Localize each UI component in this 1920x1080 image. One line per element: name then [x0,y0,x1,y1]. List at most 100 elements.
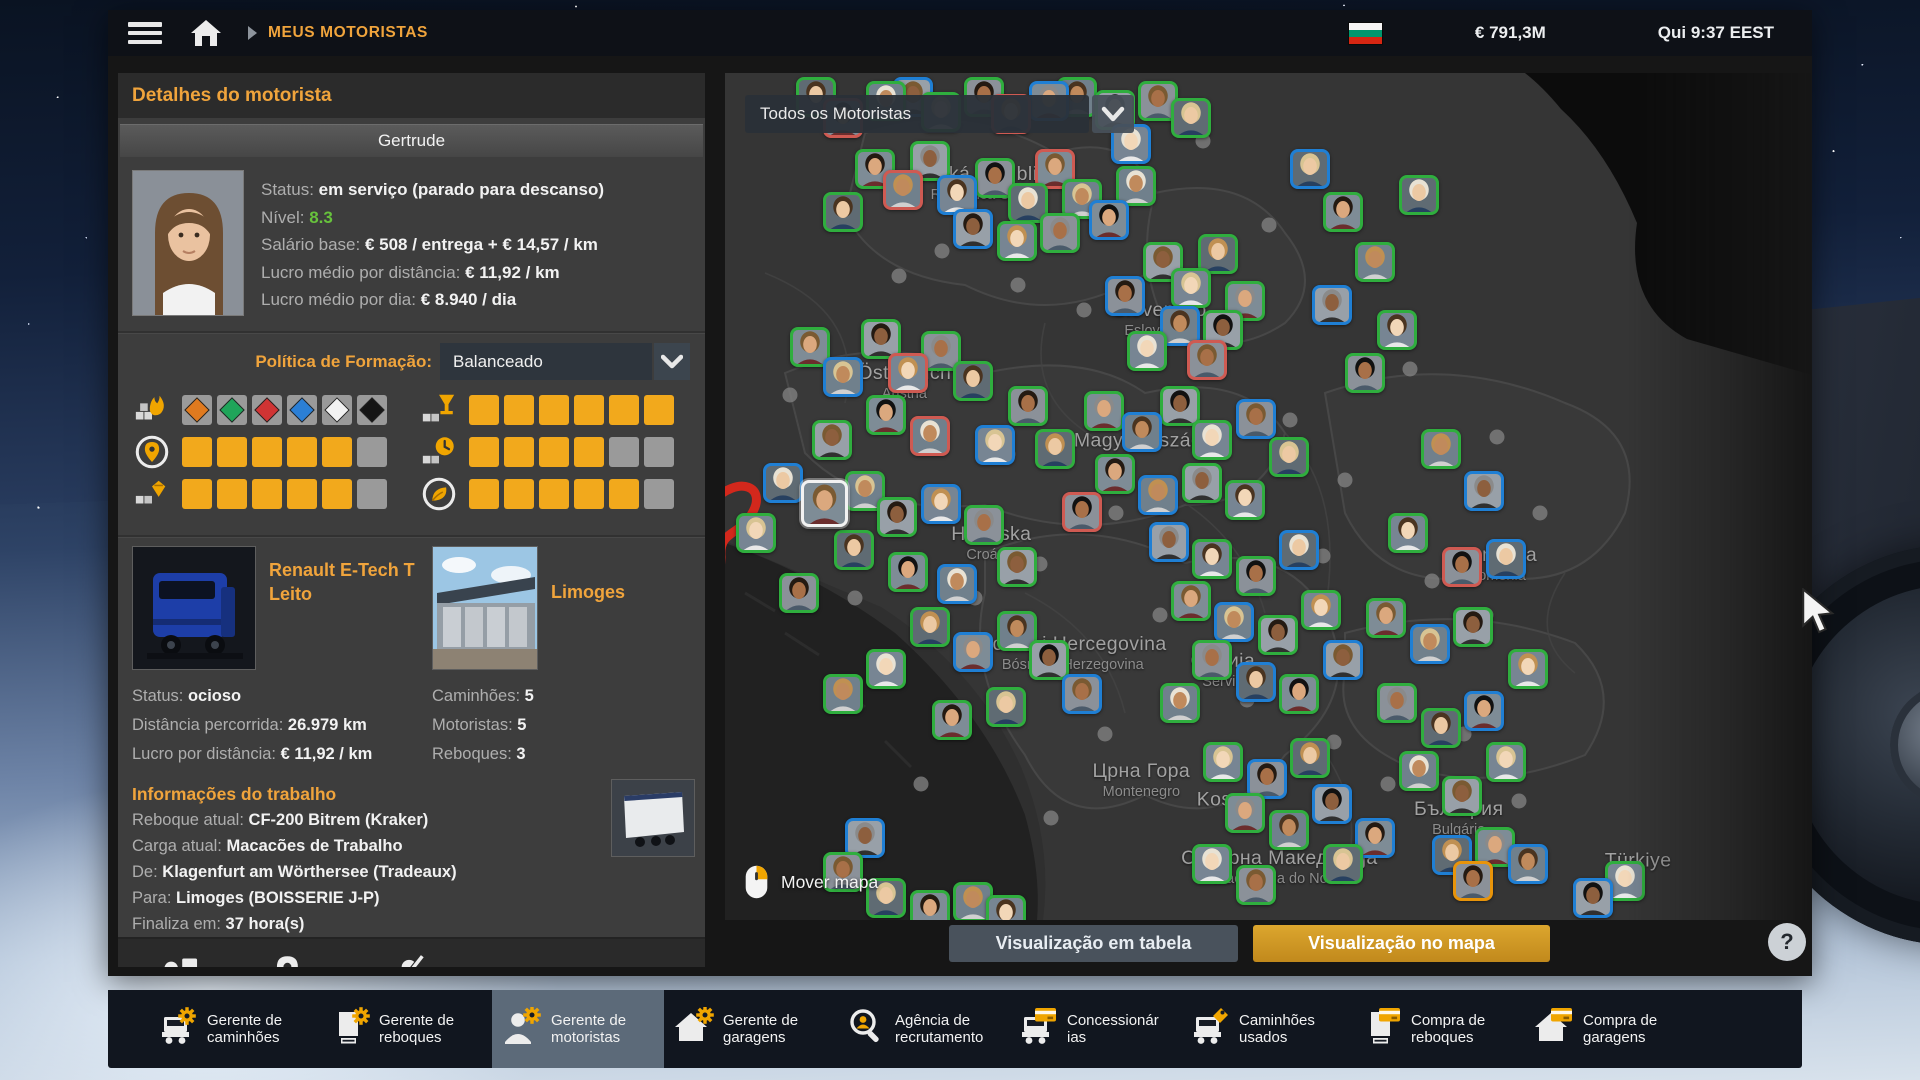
driver-map-marker[interactable] [1323,640,1363,680]
driver-filter-dropdown[interactable]: Todos os Motoristas [745,95,1089,133]
driver-map-marker[interactable] [1008,386,1048,426]
driver-map-marker[interactable] [1290,149,1330,189]
driver-map-marker[interactable] [1203,742,1243,782]
driver-map-marker[interactable] [1225,480,1265,520]
driver-map-marker[interactable] [877,497,917,537]
driver-map-marker[interactable] [932,700,972,740]
driver-map-marker[interactable] [1464,691,1504,731]
driver-map-marker[interactable] [1138,475,1178,515]
driver-map-marker[interactable] [975,425,1015,465]
driver-map-marker[interactable] [866,649,906,689]
driver-map-marker[interactable] [1192,420,1232,460]
driver-map-marker[interactable] [910,416,950,456]
driver-map-marker[interactable] [921,484,961,524]
driver-map-marker[interactable] [1171,268,1211,308]
driver-map-marker[interactable] [1464,471,1504,511]
driver-map-marker[interactable] [1377,683,1417,723]
driver-map-marker[interactable] [1171,98,1211,138]
driver-map-marker[interactable] [1269,810,1309,850]
toolbar-item-gerente-de-motoristas[interactable]: Gerente de motoristas [492,990,664,1068]
driver-map-marker[interactable] [1236,556,1276,596]
driver-map-marker[interactable] [1084,391,1124,431]
driver-map-marker[interactable] [1410,624,1450,664]
driver-map-marker[interactable] [1089,200,1129,240]
driver-map-marker[interactable] [736,513,776,553]
driver-map-marker[interactable] [1301,590,1341,630]
driver-map-marker[interactable] [910,890,950,920]
driver-map-marker[interactable] [834,530,874,570]
driver-map-marker[interactable] [888,353,928,393]
driver-map-marker[interactable] [763,463,803,503]
driver-map-marker[interactable] [997,547,1037,587]
selected-driver-map-marker[interactable] [801,480,848,527]
driver-map-marker[interactable] [1486,539,1526,579]
driver-map-marker[interactable] [1160,386,1200,426]
driver-map-marker[interactable] [1442,776,1482,816]
driver-map-marker[interactable] [1029,640,1069,680]
driver-map-marker[interactable] [986,895,1026,920]
driver-map-marker[interactable] [1062,492,1102,532]
driver-map-marker[interactable] [953,632,993,672]
truck-image[interactable] [132,546,256,670]
driver-map-marker[interactable] [1421,708,1461,748]
driver-map-marker[interactable] [1127,331,1167,371]
driver-map-marker[interactable] [1182,463,1222,503]
driver-map-marker[interactable] [1508,844,1548,884]
mostrar-relat-rio-button[interactable]: Mostrar relatório [134,949,226,967]
driver-map-marker[interactable] [910,607,950,647]
driver-map-marker[interactable] [1345,353,1385,393]
realocar-button[interactable]: Realocar [248,949,340,967]
driver-map-marker[interactable] [1279,674,1319,714]
driver-map-marker[interactable] [1573,878,1613,918]
toolbar-item-gerente-de-reboques[interactable]: Gerente de reboques [320,990,492,1068]
driver-map-marker[interactable] [1035,429,1075,469]
driver-map-marker[interactable] [812,420,852,460]
driver-map-marker[interactable] [823,192,863,232]
help-button[interactable]: ? [1768,923,1806,961]
driver-map-marker[interactable] [1225,793,1265,833]
driver-map-marker[interactable] [1279,530,1319,570]
menu-icon[interactable] [128,22,162,44]
driver-map-marker[interactable] [1171,581,1211,621]
driver-map-marker[interactable] [1323,192,1363,232]
driver-map-marker[interactable] [1095,454,1135,494]
driver-map-marker[interactable] [1149,522,1189,562]
driver-map-marker[interactable] [1399,751,1439,791]
driver-map-marker[interactable] [1290,738,1330,778]
chevron-down-icon[interactable] [654,343,690,380]
driver-map-marker[interactable] [823,674,863,714]
driver-map-marker[interactable] [953,209,993,249]
driver-map-marker[interactable] [1040,213,1080,253]
driver-map-marker[interactable] [1236,399,1276,439]
driver-map-marker[interactable] [823,357,863,397]
toolbar-item-ag-ncia-de-recrutamento[interactable]: Agência de recrutamento [836,990,1008,1068]
toolbar-item-gerente-de-garagens[interactable]: Gerente de garagens [664,990,836,1068]
driver-map-marker[interactable] [1062,674,1102,714]
driver-map-marker[interactable] [1122,412,1162,452]
driver-map-marker[interactable] [1269,437,1309,477]
toolbar-item-compra-de-reboques[interactable]: Compra de reboques [1352,990,1524,1068]
driver-map-marker[interactable] [1399,175,1439,215]
driver-map-marker[interactable] [997,221,1037,261]
chevron-down-icon[interactable] [1092,95,1134,133]
driver-map-marker[interactable] [1192,844,1232,884]
driver-map-marker[interactable] [1453,607,1493,647]
driver-map-marker[interactable] [1312,784,1352,824]
driver-map-marker[interactable] [1105,276,1145,316]
driver-map-marker[interactable] [1323,844,1363,884]
driver-map-marker[interactable] [883,170,923,210]
driver-map-marker[interactable] [866,395,906,435]
driver-map-marker[interactable] [1214,602,1254,642]
driver-map-marker[interactable] [1377,310,1417,350]
driver-map-marker[interactable] [888,552,928,592]
toolbar-item-concession-rias[interactable]: Concessionárias [1008,990,1180,1068]
driver-map-marker[interactable] [1421,429,1461,469]
driver-map-marker[interactable] [937,564,977,604]
table-view-button[interactable]: Visualização em tabela [949,925,1238,962]
driver-map-marker[interactable] [1160,683,1200,723]
driver-map-marker[interactable] [1258,615,1298,655]
driver-map-marker[interactable] [1355,242,1395,282]
garage-image[interactable] [432,546,538,670]
driver-map-marker[interactable] [779,573,819,613]
driver-map-marker[interactable] [1236,662,1276,702]
